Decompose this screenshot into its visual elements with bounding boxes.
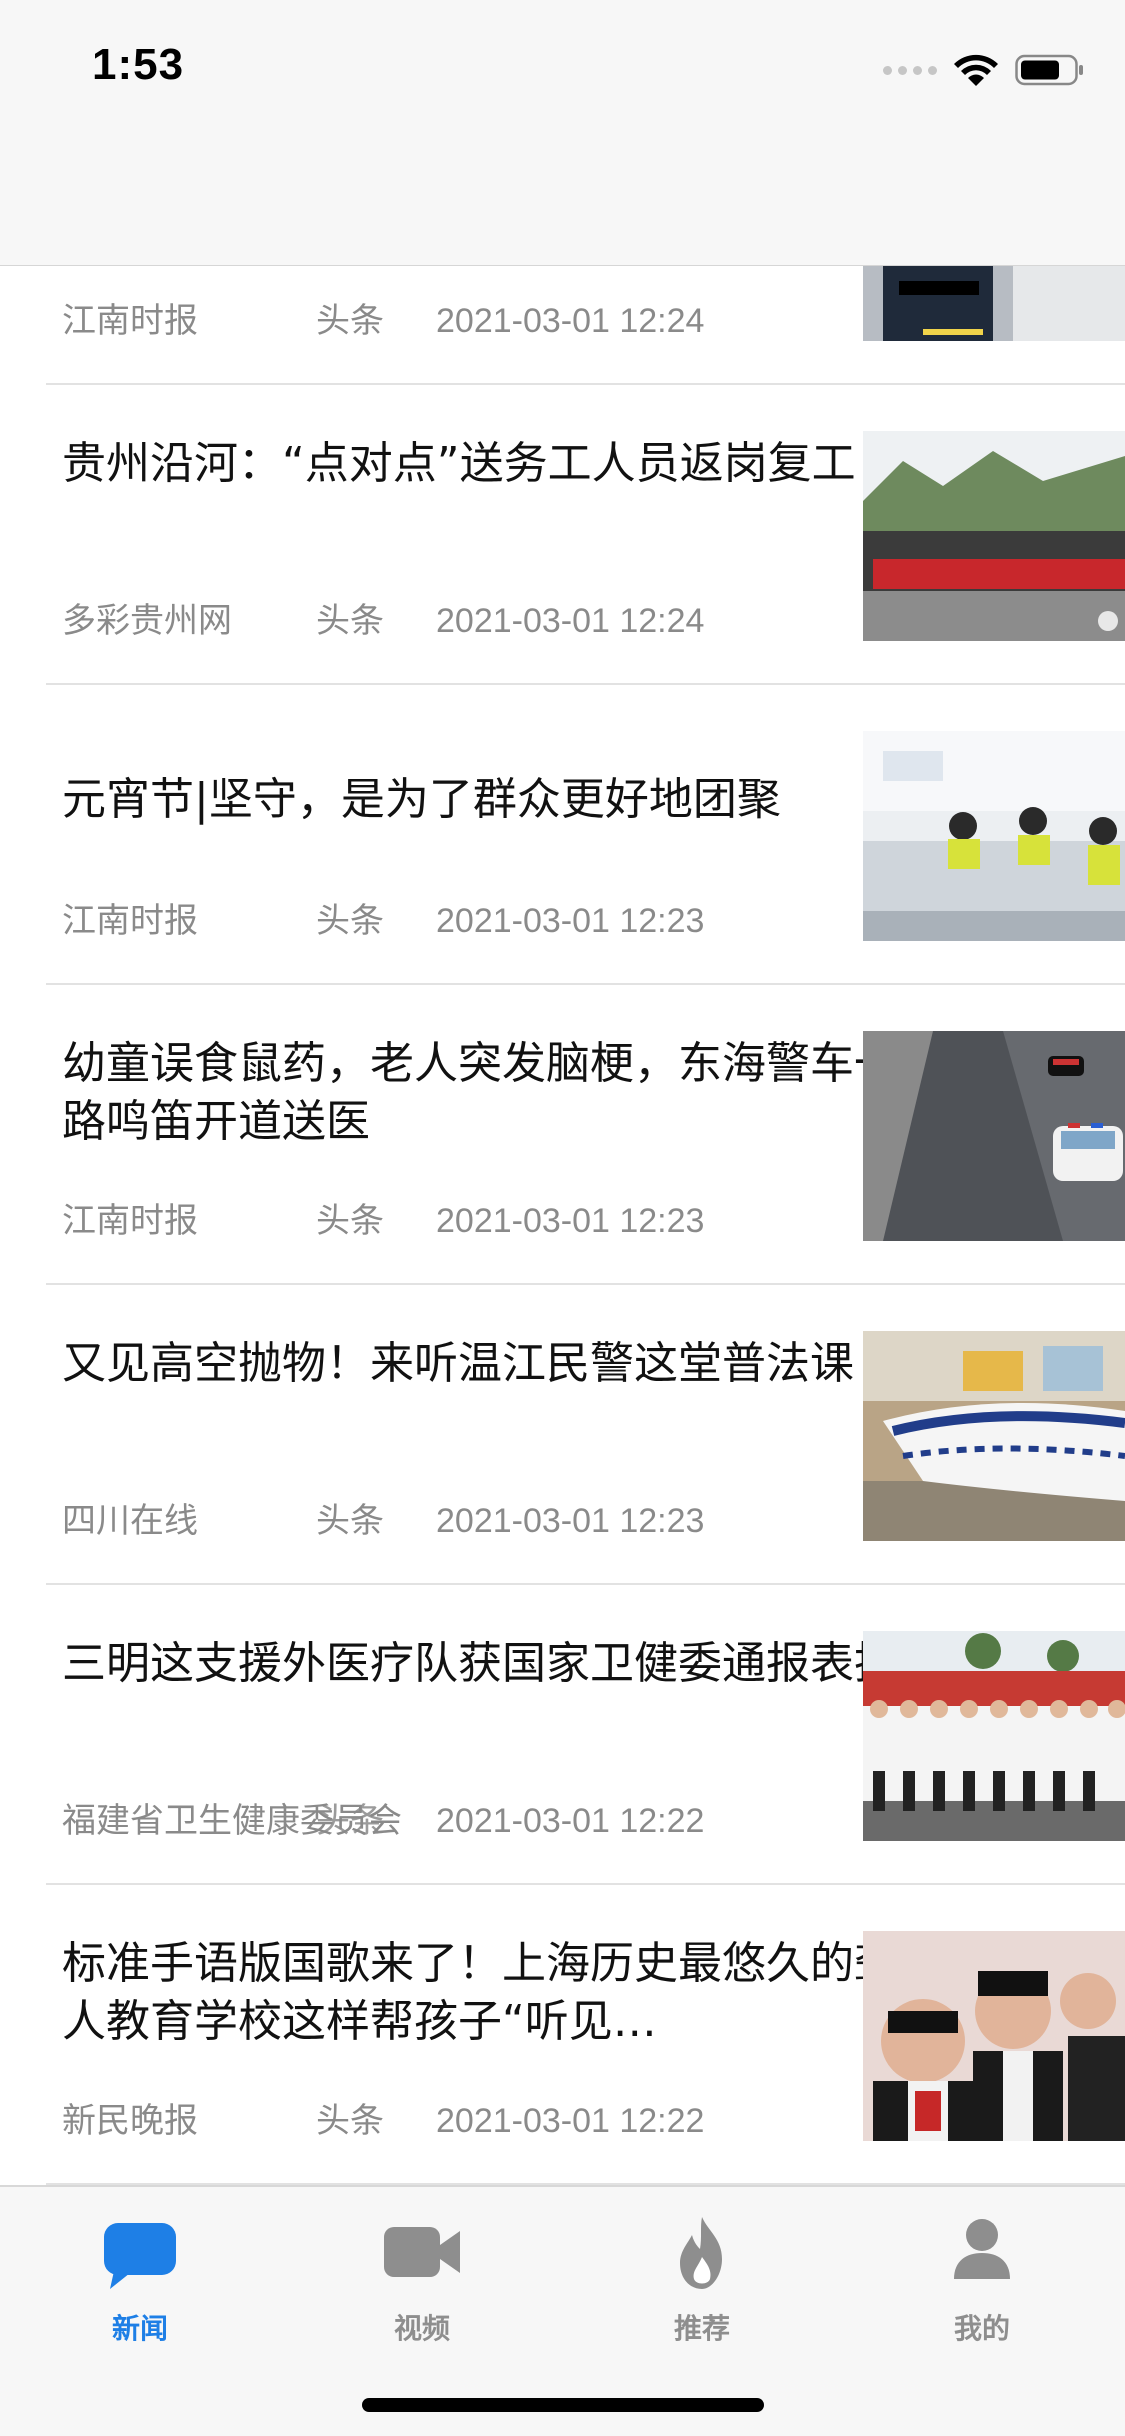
status-time: 1:53 [92,40,185,89]
tab-news[interactable]: 新闻 [40,2213,240,2345]
news-meta: 新民晚报 头条 2021-03-01 12:22 [62,2099,922,2143]
tab-video[interactable]: 视频 [322,2213,522,2345]
tab-label: 我的 [953,2312,1010,2345]
chat-bubble-icon [104,2223,176,2289]
news-title: 三明这支援外医疗队获国家卫健委通报表扬 [62,1638,898,1689]
news-source: 江南时报 [62,1201,198,1241]
news-tag: 头条 [316,1201,384,1241]
news-tag: 头条 [316,1801,384,1841]
video-camera-icon [384,2227,460,2277]
news-tag: 头条 [316,601,384,641]
person-icon [954,2219,1010,2279]
news-meta: 江南时报 头条 2021-03-01 12:24 [62,299,922,343]
news-item[interactable]: 幼童误食鼠药，老人突发脑梗，东海警车一路鸣笛开道送医 江南时报 头条 2021-… [46,985,1125,1285]
news-meta: 福建省卫生健康委员会 头条 2021-03-01 12:22 [62,1799,922,1843]
news-title: 幼童误食鼠药，老人突发脑梗，东海警车一路鸣笛开道送医 [62,1038,898,1147]
news-list[interactable]: 江南时报 头条 2021-03-01 12:24 贵州沿河：“点对点”送务工人员… [0,265,1125,2185]
tab-recommend[interactable]: 推荐 [602,2213,802,2345]
news-date: 2021-03-01 12:23 [436,902,705,940]
tab-label: 视频 [393,2312,450,2345]
news-title: 又见高空抛物！来听温江民警这堂普法课 [62,1338,854,1389]
cellular-signal-icon [883,65,937,75]
news-source: 新民晚报 [62,2101,198,2141]
news-thumbnail [863,1931,1125,2141]
news-item[interactable]: 三明这支援外医疗队获国家卫健委通报表扬 福建省卫生健康委员会 头条 2021-0… [46,1585,1125,1885]
news-date: 2021-03-01 12:23 [436,1502,705,1540]
tab-label: 推荐 [673,2312,730,2345]
news-title: 标准手语版国歌来了！上海历史最悠久的聋人教育学校这样帮孩子“听见… [62,1938,898,2047]
news-date: 2021-03-01 12:23 [436,1202,705,1240]
news-source: 四川在线 [62,1501,198,1541]
battery-icon [1015,54,1083,86]
news-date: 2021-03-01 12:24 [436,302,705,340]
news-source: 江南时报 [62,901,198,941]
news-tag: 头条 [316,2101,384,2141]
news-tag: 头条 [316,1501,384,1541]
news-tag: 头条 [316,301,384,341]
news-thumbnail [863,431,1125,641]
news-meta: 四川在线 头条 2021-03-01 12:23 [62,1499,922,1543]
news-source: 多彩贵州网 [62,601,232,641]
news-thumbnail [863,1631,1125,1841]
tab-profile[interactable]: 我的 [882,2213,1082,2345]
news-item[interactable]: 标准手语版国歌来了！上海历史最悠久的聋人教育学校这样帮孩子“听见… 新民晚报 头… [46,1885,1125,2185]
status-icons [883,50,1085,90]
news-item[interactable]: 贵州沿河：“点对点”送务工人员返岗复工 多彩贵州网 头条 2021-03-01 … [46,385,1125,685]
news-title: 元宵节|坚守，是为了群众更好地团聚 [62,774,781,825]
news-thumbnail [863,731,1125,941]
news-item[interactable]: 又见高空抛物！来听温江民警这堂普法课 四川在线 头条 2021-03-01 12… [46,1285,1125,1585]
news-date: 2021-03-01 12:22 [436,1802,705,1840]
tab-label: 新闻 [111,2312,168,2345]
news-thumbnail [863,1031,1125,1241]
news-meta: 多彩贵州网 头条 2021-03-01 12:24 [62,599,922,643]
news-item[interactable]: 江南时报 头条 2021-03-01 12:24 [46,265,1125,385]
news-tag: 头条 [316,901,384,941]
news-meta: 江南时报 头条 2021-03-01 12:23 [62,899,922,943]
news-date: 2021-03-01 12:22 [436,2102,705,2140]
news-date: 2021-03-01 12:24 [436,602,705,640]
news-thumbnail [863,265,1125,341]
flame-icon [680,2217,722,2289]
wifi-icon [954,54,998,86]
news-meta: 江南时报 头条 2021-03-01 12:23 [62,1199,922,1243]
news-title: 贵州沿河：“点对点”送务工人员返岗复工 [62,438,856,489]
status-bar: 1:53 [0,0,1125,266]
home-indicator[interactable] [362,2398,764,2412]
news-source: 江南时报 [62,301,198,341]
news-thumbnail [863,1331,1125,1541]
news-item[interactable]: 元宵节|坚守，是为了群众更好地团聚 江南时报 头条 2021-03-01 12:… [46,685,1125,985]
